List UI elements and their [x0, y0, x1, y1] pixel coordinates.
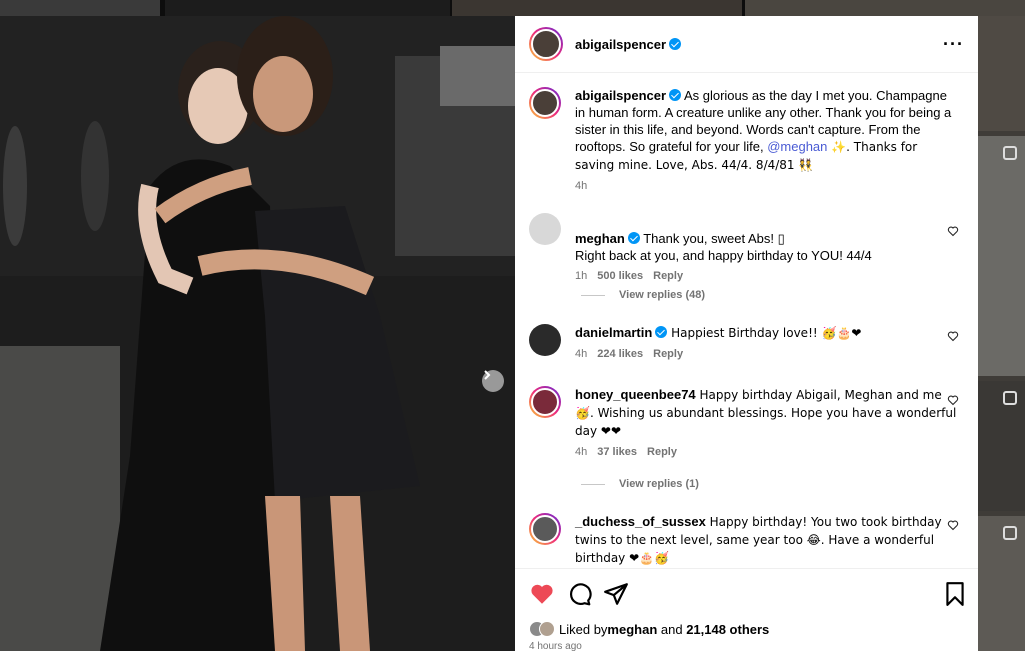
like-comment-heart-icon[interactable] [947, 225, 959, 237]
like-heart-icon[interactable] [529, 581, 555, 607]
reply-button[interactable]: Reply [653, 348, 683, 360]
verified-icon [669, 89, 682, 101]
caption-mention-link[interactable]: @meghan [767, 139, 827, 154]
background-tile[interactable] [978, 136, 1025, 376]
photo-illustration [0, 16, 515, 651]
author-username[interactable]: abigailspencer [575, 37, 666, 52]
reply-button[interactable]: Reply [653, 270, 683, 282]
view-replies-button[interactable]: View replies (48) [581, 289, 705, 301]
like-comment-heart-icon[interactable] [947, 519, 959, 531]
more-options-button[interactable]: ··· [943, 34, 964, 55]
comments-list: abigailspencer As glorious as the day I … [515, 73, 978, 568]
liked-by-and: and [657, 621, 687, 637]
background-tile[interactable] [978, 381, 1025, 511]
caption-avatar[interactable] [529, 87, 561, 119]
post-actions: Liked by meghan and 21,148 others 4 hour… [515, 568, 978, 651]
post-photo [0, 16, 515, 651]
multiple-posts-icon [1003, 146, 1017, 160]
share-send-icon[interactable] [603, 581, 629, 607]
comment-time: 4h [575, 446, 588, 458]
liked-by-prefix: Liked by [559, 621, 608, 637]
comment-text: Happiest Birthday love!! 🥳🎂❤ [667, 326, 862, 340]
comment-avatar[interactable] [529, 324, 561, 356]
verified-icon [669, 38, 682, 50]
comment-avatar[interactable] [529, 386, 561, 418]
liked-by-others-link[interactable]: 21,148 others [686, 622, 769, 637]
comment-username[interactable]: danielmartin [575, 325, 652, 340]
comment-username[interactable]: honey_queenbee74 [575, 387, 696, 402]
post-details-panel: abigailspencer ··· abigailspencer As glo… [515, 16, 978, 651]
view-replies-button[interactable]: View replies (1) [581, 478, 699, 490]
comment-icon[interactable] [566, 581, 592, 607]
post-time-ago: 4 hours ago [529, 641, 582, 651]
comment-item: honey_queenbee74 Happy birthday Abigail,… [529, 386, 959, 461]
liked-by-summary: Liked by meghan and 21,148 others [529, 621, 769, 637]
background-tile [745, 0, 1025, 16]
reply-button[interactable]: Reply [647, 446, 677, 458]
caption-time: 4h [575, 180, 588, 192]
background-tile[interactable] [978, 516, 1025, 651]
comment-likes[interactable]: 224 likes [597, 348, 643, 360]
instagram-post-modal: abigailspencer ··· abigailspencer As glo… [0, 0, 1025, 651]
like-comment-heart-icon[interactable] [947, 394, 959, 406]
comment-likes[interactable]: 500 likes [597, 270, 643, 282]
comment-time: 1h [575, 270, 588, 282]
background-grid-right [978, 16, 1025, 651]
comment-likes[interactable]: 37 likes [597, 446, 637, 458]
liker-avatar [539, 621, 555, 637]
next-photo-button[interactable] [482, 370, 504, 392]
comment-item: _duchess_of_sussex Happy birthday! You t… [529, 513, 959, 567]
comment-username[interactable]: _duchess_of_sussex [575, 514, 706, 529]
verified-icon [627, 232, 640, 244]
multiple-posts-icon [1003, 526, 1017, 540]
multiple-posts-icon [1003, 391, 1017, 405]
post-header: abigailspencer ··· [515, 16, 978, 73]
caption-username[interactable]: abigailspencer [575, 88, 666, 103]
comment-avatar[interactable] [529, 513, 561, 545]
verified-icon [655, 326, 668, 338]
comment-username[interactable]: meghan [575, 231, 625, 246]
comment-avatar[interactable] [529, 213, 561, 245]
chevron-right-icon [484, 370, 491, 380]
comment-time: 4h [575, 348, 588, 360]
liked-by-user-link[interactable]: meghan [607, 622, 657, 637]
author-avatar[interactable] [529, 27, 563, 61]
like-comment-heart-icon[interactable] [947, 330, 959, 342]
caption: abigailspencer As glorious as the day I … [529, 87, 959, 195]
background-tile [0, 0, 160, 16]
background-tile[interactable] [978, 16, 1025, 131]
background-tile [165, 0, 450, 16]
background-tile [452, 0, 742, 16]
save-bookmark-icon[interactable] [942, 581, 968, 607]
comment-item: danielmartin Happiest Birthday love!! 🥳🎂… [529, 324, 959, 363]
